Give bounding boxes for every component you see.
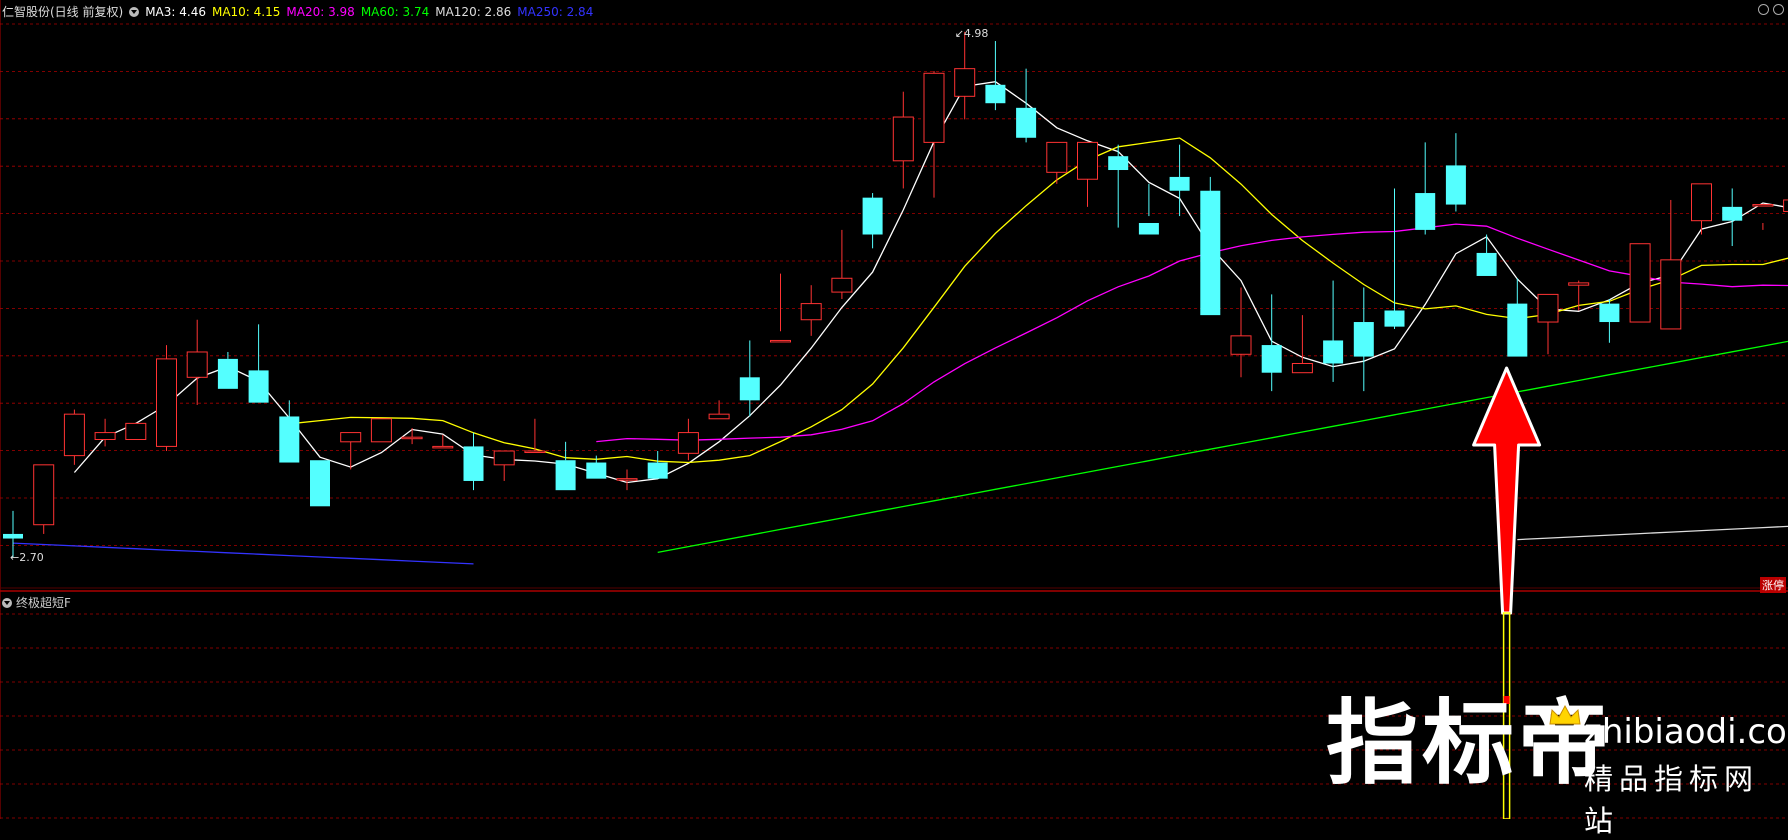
candle	[647, 451, 668, 479]
candle	[1108, 144, 1129, 228]
candle	[555, 441, 576, 491]
candle	[985, 41, 1006, 111]
candle	[739, 340, 760, 417]
ma10-line	[289, 137, 1788, 464]
window-controls[interactable]	[1758, 4, 1784, 15]
watermark-subtitle: 精品指标网站	[1584, 762, 1760, 838]
ma250-label: MA250: 2.84	[517, 4, 594, 19]
stock-title: 仁智股份(日线 前复权)	[2, 5, 124, 19]
candle	[862, 193, 883, 249]
candle	[1568, 280, 1590, 311]
ma20-label: MA20: 3.98	[286, 4, 355, 19]
crown-icon	[1549, 704, 1581, 725]
candle	[831, 229, 853, 299]
price-panel-header: 仁智股份(日线 前复权) MA3: 4.46 MA10: 4.15 MA20: …	[2, 3, 593, 20]
candle	[1323, 280, 1344, 382]
indicator-panel-header: 终极超短F	[2, 594, 71, 611]
candle	[463, 432, 484, 491]
candle	[1016, 68, 1037, 143]
candles	[3, 31, 1788, 557]
ma10-label: MA10: 4.15	[211, 4, 281, 19]
candle	[493, 450, 515, 481]
ma60-line	[657, 340, 1788, 554]
candle	[1291, 315, 1313, 374]
annotations: ↙4.98 ←2.70	[10, 27, 1542, 615]
ma250-line	[12, 542, 474, 565]
candle	[186, 319, 208, 405]
indicator-menu-icon[interactable]	[2, 597, 12, 608]
candle	[33, 464, 55, 534]
candle	[1660, 199, 1682, 330]
buy-arrow-icon	[1472, 366, 1542, 615]
candle	[310, 460, 330, 507]
candle	[1752, 204, 1774, 230]
candle	[923, 70, 945, 198]
indicator-title: 终极超短F	[16, 596, 71, 610]
candle	[1230, 287, 1252, 378]
candle	[1046, 141, 1068, 184]
candle	[1445, 133, 1466, 212]
candle	[432, 434, 454, 449]
candle	[1415, 142, 1436, 235]
zoom-in-icon[interactable]	[1773, 4, 1784, 15]
candle	[94, 418, 116, 447]
candle	[1783, 199, 1788, 212]
candle	[1077, 141, 1098, 207]
candle	[1599, 299, 1620, 343]
candle	[370, 418, 392, 443]
candle	[156, 345, 177, 452]
candle	[1200, 176, 1221, 316]
low-price-label: ←2.70	[10, 551, 44, 564]
watermark: 指标帝 zhibiaodi.com 精品指标网站	[1326, 698, 1788, 839]
candle	[217, 351, 238, 389]
candle	[616, 469, 638, 491]
candle	[1537, 293, 1559, 355]
panel-menu-icon[interactable]	[129, 6, 140, 17]
zoom-out-icon[interactable]	[1758, 4, 1769, 15]
candle	[770, 273, 791, 343]
candle	[677, 418, 699, 461]
ma60-label: MA60: 3.74	[360, 4, 430, 19]
candle	[800, 285, 822, 336]
candle	[1629, 243, 1651, 323]
candle	[248, 324, 269, 403]
candle	[892, 91, 914, 189]
candle	[1722, 188, 1743, 247]
candle	[1507, 278, 1528, 357]
candle	[125, 422, 147, 440]
ma120-label: MA120: 2.86	[435, 4, 512, 19]
candle	[954, 31, 976, 120]
candle	[1261, 294, 1282, 392]
candle	[63, 409, 85, 465]
candle	[1384, 188, 1405, 329]
ma120-line	[1517, 525, 1788, 541]
candle	[1169, 144, 1190, 217]
high-price-label: ↙4.98	[955, 27, 989, 40]
watermark-url: zhibiaodi.com	[1584, 712, 1788, 752]
ma3-label: MA3: 4.46	[145, 4, 206, 19]
candle	[1138, 183, 1159, 235]
limit-up-badge: 涨停	[1760, 577, 1786, 593]
candle	[1353, 287, 1374, 392]
